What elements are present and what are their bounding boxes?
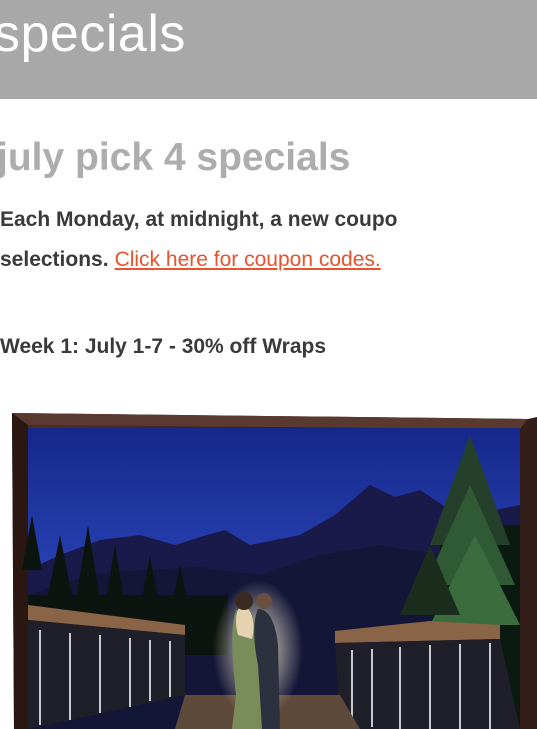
header-band: specials <box>0 0 537 99</box>
coupon-codes-link[interactable]: Click here for coupon codes. <box>115 248 381 271</box>
specials-page: specials july pick 4 specials Each Monda… <box>0 0 537 729</box>
intro-line-1: Each Monday, at midnight, a new coupo <box>0 208 398 231</box>
canvas-photo <box>22 428 520 729</box>
page-title: specials <box>0 5 186 63</box>
intro-paragraph: Each Monday, at midnight, a new coupo se… <box>0 200 537 280</box>
week-heading: Week 1: July 1-7 - 30% off Wraps <box>0 335 327 358</box>
intro-line-2: selections. <box>0 248 109 271</box>
intro-line-2-wrap: selections. Click here for coupon codes. <box>0 240 537 280</box>
framed-canvas-wrap-image <box>12 413 537 729</box>
section-title: july pick 4 specials <box>0 136 351 179</box>
